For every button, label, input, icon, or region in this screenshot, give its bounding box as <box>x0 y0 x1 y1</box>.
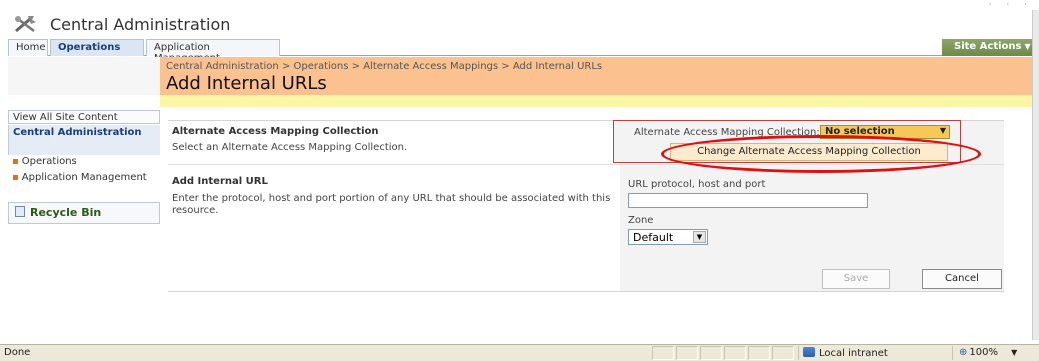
site-title-row: Central Administration <box>0 10 1039 38</box>
sidebar-item-application-management[interactable]: ▪ Application Management <box>8 172 160 200</box>
internal-url-section-title: Add Internal URL <box>172 176 268 187</box>
zone-select[interactable]: Default ▼ <box>628 229 708 245</box>
sidebar-item-label: Application Management <box>21 172 147 183</box>
tab-home[interactable]: Home <box>8 39 48 56</box>
url-input[interactable] <box>628 193 868 208</box>
bullet-icon: ▪ <box>12 172 19 183</box>
browser-top-strip: · · · <box>0 0 1039 10</box>
browser-status-bar: Done Local intranet ⊕ 100% ▼ <box>0 344 1039 361</box>
save-button[interactable]: Save <box>822 269 890 289</box>
security-zone-indicator[interactable]: Local intranet <box>798 346 948 360</box>
app-title: Central Administration <box>50 15 231 34</box>
recycle-bin-link[interactable]: Recycle Bin <box>8 202 160 224</box>
sidebar-item-operations[interactable]: ▪ Operations <box>8 156 160 170</box>
zone-label: Local intranet <box>819 348 888 359</box>
window-controls-icon: · · · <box>988 0 1033 10</box>
chevron-down-icon: ▼ <box>1024 42 1031 51</box>
nav-section-central-administration[interactable]: Central Administration <box>8 125 160 155</box>
site-actions-label: Site Actions <box>954 41 1022 52</box>
chevron-down-icon: ▼ <box>693 231 706 243</box>
page-title-area: Central Administration > Operations > Al… <box>160 57 1032 95</box>
status-pane <box>748 346 770 360</box>
tab-operations[interactable]: Operations <box>50 39 144 56</box>
zone-field-label: Zone <box>628 215 654 226</box>
status-text: Done <box>4 347 31 358</box>
zoom-icon: ⊕ <box>959 347 968 358</box>
aamc-section-title: Alternate Access Mapping Collection <box>172 126 379 137</box>
breadcrumb[interactable]: Central Administration > Operations > Al… <box>166 61 602 72</box>
recycle-bin-label: Recycle Bin <box>30 206 102 219</box>
zoom-control[interactable]: ⊕ 100% ▼ <box>952 346 1037 360</box>
highlight-oval <box>661 135 981 173</box>
page-title: Add Internal URLs <box>166 73 327 94</box>
cancel-button[interactable]: Cancel <box>922 269 1002 289</box>
site-actions-button[interactable]: Site Actions ▼ <box>942 39 1032 56</box>
tools-icon <box>15 16 36 33</box>
status-pane <box>724 346 746 360</box>
vertical-scrollbar[interactable] <box>1032 10 1039 340</box>
chevron-down-icon: ▼ <box>1011 348 1018 357</box>
recycle-bin-icon <box>15 206 25 217</box>
url-field-label: URL protocol, host and port <box>628 179 766 190</box>
tab-application-management[interactable]: Application Management <box>146 39 280 64</box>
status-pane <box>772 346 794 360</box>
chevron-down-icon: ▼ <box>939 126 946 135</box>
top-tab-bar: Home Operations Application Management S… <box>8 38 1032 64</box>
bullet-icon: ▪ <box>12 156 19 167</box>
view-all-site-content-link[interactable]: View All Site Content <box>8 110 160 124</box>
title-underline-strip <box>160 95 1032 107</box>
zone-selected-value: Default <box>633 231 674 244</box>
left-navigation: View All Site Content Central Administra… <box>8 95 160 340</box>
internal-url-section-description: Enter the protocol, host and port portio… <box>172 193 611 216</box>
zoom-level: 100% <box>969 347 998 358</box>
status-pane <box>676 346 698 360</box>
sidebar-item-label: Operations <box>21 156 77 167</box>
intranet-icon <box>803 347 815 357</box>
status-pane <box>652 346 674 360</box>
status-pane <box>700 346 722 360</box>
aamc-section-description: Select an Alternate Access Mapping Colle… <box>172 142 408 153</box>
